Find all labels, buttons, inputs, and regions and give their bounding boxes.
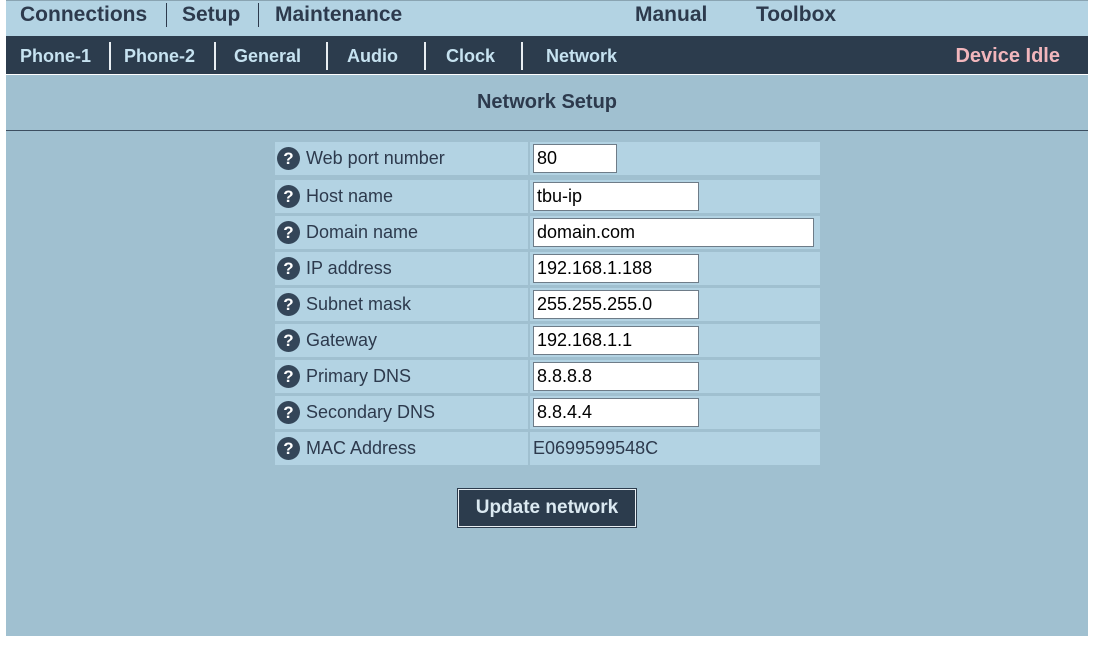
tab-divider xyxy=(424,42,426,70)
value-cell xyxy=(530,288,820,321)
value-cell xyxy=(530,216,820,249)
tab-divider xyxy=(214,42,216,70)
primary-dns-input[interactable] xyxy=(533,362,699,391)
menu-divider xyxy=(166,3,167,27)
label-cell: ? Domain name xyxy=(275,216,528,249)
tab-phone-1[interactable]: Phone-1 xyxy=(20,45,91,67)
secondary-dns-input[interactable] xyxy=(533,398,699,427)
ip-address-label: IP address xyxy=(306,258,392,278)
question-circle-icon[interactable]: ? xyxy=(277,257,300,280)
menu-toolbox[interactable]: Toolbox xyxy=(756,2,836,27)
value-cell xyxy=(530,324,820,357)
subnet-mask-label: Subnet mask xyxy=(306,294,412,314)
value-cell xyxy=(530,252,820,285)
menu-divider xyxy=(258,3,259,27)
device-status: Device Idle xyxy=(955,45,1060,67)
tab-audio[interactable]: Audio xyxy=(347,45,398,67)
host-name-label: Host name xyxy=(306,186,394,206)
web-port-label: Web port number xyxy=(306,148,445,168)
gateway-input[interactable] xyxy=(533,326,699,355)
domain-name-input[interactable] xyxy=(533,218,814,247)
question-circle-icon[interactable]: ? xyxy=(277,221,300,244)
menu-setup[interactable]: Setup xyxy=(182,2,240,27)
page-title: Network Setup xyxy=(476,91,618,113)
row-subnet-mask: ? Subnet mask xyxy=(275,288,820,321)
label-cell: ? Subnet mask xyxy=(275,288,528,321)
tab-network[interactable]: Network xyxy=(546,45,617,67)
menu-connections[interactable]: Connections xyxy=(20,2,147,27)
title-divider xyxy=(6,130,1088,131)
tab-phone-2[interactable]: Phone-2 xyxy=(124,45,195,67)
question-circle-icon[interactable]: ? xyxy=(277,293,300,316)
label-cell: ? Host name xyxy=(275,180,528,213)
gateway-label: Gateway xyxy=(306,330,378,350)
row-gateway: ? Gateway xyxy=(275,324,820,357)
web-port-input[interactable] xyxy=(533,144,617,173)
tab-clock[interactable]: Clock xyxy=(446,45,495,67)
sub-menu: Phone-1 Phone-2 General Audio Clock Netw… xyxy=(6,36,1088,74)
label-cell: ? Gateway xyxy=(275,324,528,357)
question-circle-icon[interactable]: ? xyxy=(277,185,300,208)
question-circle-icon[interactable]: ? xyxy=(277,437,300,460)
row-mac-address: ? MAC Address E0699599548C xyxy=(275,432,820,465)
value-cell xyxy=(530,142,820,175)
tab-divider xyxy=(521,42,523,70)
mac-address-label: MAC Address xyxy=(306,438,417,458)
row-web-port: ? Web port number xyxy=(275,142,820,175)
ip-address-input[interactable] xyxy=(533,254,699,283)
label-cell: ? MAC Address xyxy=(275,432,528,465)
secondary-dns-label: Secondary DNS xyxy=(306,402,436,422)
tab-divider xyxy=(109,42,111,70)
row-primary-dns: ? Primary DNS xyxy=(275,360,820,393)
row-secondary-dns: ? Secondary DNS xyxy=(275,396,820,429)
tab-divider xyxy=(326,42,328,70)
value-cell: E0699599548C xyxy=(530,432,820,465)
menu-manual[interactable]: Manual xyxy=(635,2,707,27)
mac-address-value: E0699599548C xyxy=(533,438,659,458)
value-cell xyxy=(530,360,820,393)
row-domain-name: ? Domain name xyxy=(275,216,820,249)
host-name-input[interactable] xyxy=(533,182,699,211)
question-circle-icon[interactable]: ? xyxy=(277,329,300,352)
menu-maintenance[interactable]: Maintenance xyxy=(275,2,402,27)
label-cell: ? Primary DNS xyxy=(275,360,528,393)
domain-name-label: Domain name xyxy=(306,222,419,242)
question-circle-icon[interactable]: ? xyxy=(277,365,300,388)
value-cell xyxy=(530,180,820,213)
value-cell xyxy=(530,396,820,429)
subnet-mask-input[interactable] xyxy=(533,290,699,319)
question-circle-icon[interactable]: ? xyxy=(277,147,300,170)
label-cell: ? IP address xyxy=(275,252,528,285)
label-cell: ? Secondary DNS xyxy=(275,396,528,429)
main-content: Network Setup ? Web port number ? Host n… xyxy=(6,75,1088,636)
row-host-name: ? Host name xyxy=(275,180,820,213)
tab-general[interactable]: General xyxy=(234,45,301,67)
row-ip-address: ? IP address xyxy=(275,252,820,285)
label-cell: ? Web port number xyxy=(275,142,528,175)
top-menu: Connections Setup Maintenance Manual Too… xyxy=(6,0,1088,36)
update-network-button[interactable]: Update network xyxy=(458,489,636,527)
question-circle-icon[interactable]: ? xyxy=(277,401,300,424)
primary-dns-label: Primary DNS xyxy=(306,366,412,386)
